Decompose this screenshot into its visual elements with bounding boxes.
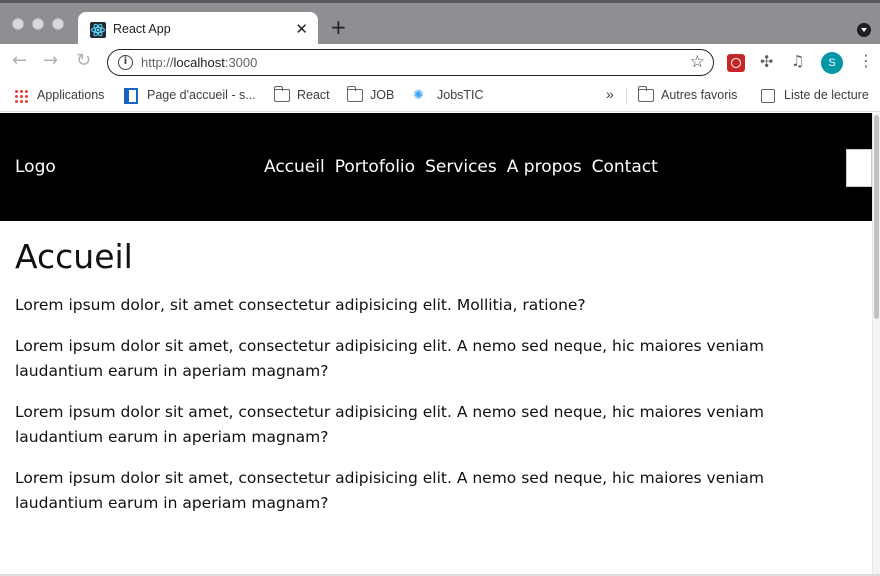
bookmark-applications[interactable]: Applications [37, 88, 104, 102]
scrollbar-thumb[interactable] [874, 115, 879, 319]
site-logo[interactable]: Logo [15, 157, 56, 177]
browser-menu-icon[interactable]: ⋮ [858, 51, 874, 70]
browser-tab[interactable]: React App ✕ [78, 12, 318, 47]
url-text[interactable]: http://localhost:3000 [141, 55, 257, 70]
main-nav: Accueil Portofolio Services A propos Con… [264, 157, 658, 177]
page-scrollbar[interactable] [872, 113, 880, 576]
folder-icon [637, 86, 654, 102]
jobstic-icon: ✺ [413, 87, 424, 102]
address-bar[interactable]: i http://localhost:3000 ☆ [107, 49, 714, 76]
nav-link-contact[interactable]: Contact [592, 157, 658, 177]
new-tab-button[interactable]: + [330, 17, 347, 37]
tab-title: React App [113, 22, 171, 36]
back-arrow-icon[interactable]: ← [12, 51, 27, 71]
site-header: Logo Accueil Portofolio Services A propo… [0, 113, 872, 221]
extension-icon[interactable] [727, 54, 745, 72]
nav-link-accueil[interactable]: Accueil [264, 157, 325, 177]
folder-icon [273, 86, 290, 102]
extensions-puzzle-icon[interactable]: ✣ [760, 52, 773, 71]
bookmarks-bar: Applications Page d'accueil - s... React… [0, 81, 880, 112]
bookmark-job[interactable]: JOB [370, 88, 394, 102]
bookmark-jobstic[interactable]: JobsTIC [437, 88, 484, 102]
tab-close-icon[interactable]: ✕ [295, 20, 308, 38]
react-favicon-icon [90, 22, 106, 38]
window-zoom-control[interactable] [52, 18, 64, 30]
browser-tab-bar: React App ✕ + [0, 0, 880, 47]
paragraph-3: Lorem ipsum dolor sit amet, consectetur … [15, 403, 764, 446]
window-minimize-control[interactable] [32, 18, 44, 30]
header-overflow-box[interactable] [846, 149, 872, 187]
bookmark-page-accueil[interactable]: Page d'accueil - s... [147, 88, 256, 102]
bookmark-star-icon[interactable]: ☆ [690, 52, 705, 72]
window-close-control[interactable] [12, 18, 24, 30]
page-bookmark-icon [124, 88, 138, 104]
bookmark-liste-lecture[interactable]: Liste de lecture [784, 88, 869, 102]
nav-link-portofolio[interactable]: Portofolio [335, 157, 415, 177]
forward-arrow-icon[interactable]: → [43, 51, 58, 71]
main-content: Accueil Lorem ipsum dolor, sit amet cons… [15, 237, 835, 532]
reload-icon[interactable]: ↻ [76, 51, 91, 71]
site-info-icon[interactable]: i [118, 55, 133, 70]
page-title: Accueil [15, 237, 133, 276]
browser-toolbar: ← → ↻ i http://localhost:3000 ☆ ✣ ♫ S ⋮ [0, 44, 880, 81]
bookmarks-divider [626, 88, 627, 105]
media-controls-icon[interactable]: ♫ [791, 52, 804, 70]
reading-list-icon [761, 89, 775, 103]
tab-search-icon[interactable] [857, 23, 871, 37]
bookmark-react[interactable]: React [297, 88, 330, 102]
nav-link-apropos[interactable]: A propos [507, 157, 582, 177]
paragraph-1: Lorem ipsum dolor, sit amet consectetur … [15, 296, 586, 314]
folder-icon [346, 86, 363, 102]
apps-grid-icon[interactable] [14, 89, 28, 103]
paragraph-4: Lorem ipsum dolor sit amet, consectetur … [15, 469, 764, 512]
more-bookmarks-chevron-icon[interactable]: » [606, 86, 614, 102]
paragraph-2: Lorem ipsum dolor sit amet, consectetur … [15, 337, 764, 380]
web-page-viewport: Logo Accueil Portofolio Services A propo… [0, 113, 880, 576]
profile-avatar[interactable]: S [821, 52, 843, 74]
nav-link-services[interactable]: Services [425, 157, 497, 177]
bookmark-autres-favoris[interactable]: Autres favoris [661, 88, 737, 102]
